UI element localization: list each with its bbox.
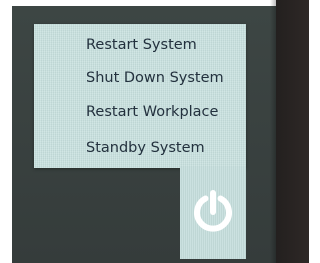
menu-item-shut-down-system[interactable]: Shut Down System xyxy=(86,66,242,90)
photo-of-screen: Restart System Shut Down System Restart … xyxy=(0,0,309,263)
power-button[interactable] xyxy=(180,167,246,259)
menu-item-standby-system[interactable]: Standby System xyxy=(86,136,242,160)
power-icon xyxy=(194,190,232,232)
monitor-bezel xyxy=(276,0,309,263)
menu-item-restart-workplace[interactable]: Restart Workplace xyxy=(86,100,242,124)
menu-item-restart-system[interactable]: Restart System xyxy=(86,33,242,57)
power-options-menu: Restart System Shut Down System Restart … xyxy=(34,24,246,168)
